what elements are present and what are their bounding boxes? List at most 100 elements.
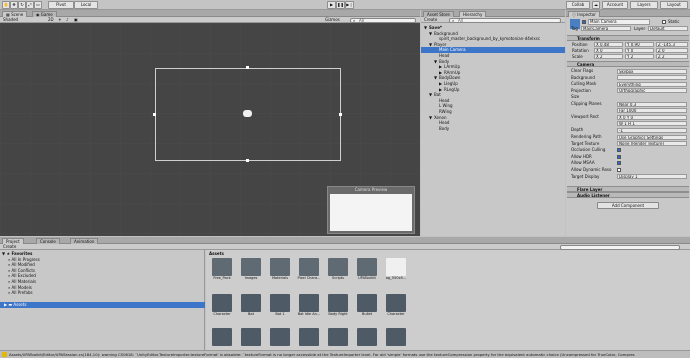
camera-property-checkbox[interactable] (617, 148, 621, 153)
tag-dropdown[interactable]: MainCamera (581, 26, 631, 31)
asset-item[interactable]: Character (383, 294, 409, 316)
hierarchy-item[interactable]: ▶ RLegUp (439, 87, 459, 93)
pivot-toggle[interactable]: Pivot (48, 1, 74, 9)
hierarchy-item[interactable]: spirit_master_background_by_kymotonian-d… (434, 36, 540, 42)
audio-icon[interactable]: ♪ (66, 17, 69, 22)
asset-item[interactable]: Bullet (354, 294, 380, 316)
sidebar-item-assets[interactable]: ▶ ▬ Assets (0, 302, 205, 308)
camera-property-field[interactable]: Orthographic (617, 88, 687, 94)
position-x-field[interactable]: X 0.48 (594, 42, 623, 47)
camera-property-field[interactable]: Far 1000 (617, 108, 687, 114)
static-checkbox[interactable] (662, 20, 666, 24)
scale-label: Scale (572, 54, 583, 59)
scale-y-field[interactable]: Y 2 (625, 54, 654, 59)
scale-tool-icon[interactable]: ⤢ (26, 1, 34, 9)
scene-view[interactable]: Camera Preview (0, 23, 420, 236)
rotation-z-field[interactable]: Z 0 (656, 48, 688, 53)
asset-item[interactable]: Character (209, 294, 235, 316)
layer-dropdown[interactable]: Default (648, 26, 688, 31)
asset-item[interactable]: Pixel Chara... (296, 258, 322, 280)
handle-right[interactable] (339, 113, 342, 116)
asset-item[interactable] (238, 328, 264, 346)
camera-gizmo-icon[interactable] (243, 110, 252, 117)
effects-icon[interactable]: ▣ (74, 17, 78, 22)
status-bar[interactable]: Assets/UPAToolkit/Editor/UPASession.cs(1… (0, 350, 690, 358)
hand-tool-icon[interactable]: ✋ (2, 1, 10, 9)
asset-item[interactable]: Bat Idle An... (296, 294, 322, 316)
asset-item[interactable]: Images (238, 258, 264, 280)
camera-property-field[interactable]: X 0 Y 0 (617, 114, 687, 120)
handle-top[interactable] (246, 66, 249, 69)
camera-property-field[interactable]: None (Render Texture) (617, 141, 687, 147)
move-tool-icon[interactable]: ✥ (10, 1, 18, 9)
project-sidebar: ▼ ★ Favorites ⌕ All In Progress ⌕ All Mod… (0, 250, 205, 350)
camera-property-checkbox[interactable] (617, 154, 621, 159)
asset-item[interactable]: Bat 1 (267, 294, 293, 316)
folder-icon (357, 258, 377, 276)
camera-property-field[interactable]: Everything (617, 81, 687, 87)
asset-item[interactable]: Free_Pack (209, 258, 235, 280)
asset-item-label: Images (244, 276, 258, 280)
layout-dropdown[interactable]: Layout (660, 1, 688, 9)
rotation-y-field[interactable]: Y 0 (625, 48, 654, 53)
cloud-icon[interactable]: ☁ (592, 1, 600, 9)
asset-breadcrumb[interactable]: Assets (209, 251, 224, 256)
camera-header[interactable]: Camera (567, 61, 689, 67)
camera-property-field[interactable]: Use Graphics Settings (617, 134, 687, 140)
camera-property-checkbox[interactable] (617, 168, 621, 172)
project-create-button[interactable]: Create (3, 244, 16, 249)
position-y-field[interactable]: Y 0.90 (625, 42, 654, 47)
rect-tool-icon[interactable]: ▭ (34, 1, 42, 9)
asset-item[interactable]: Body Right (325, 294, 351, 316)
scene-search-input[interactable]: ⌕ All (350, 17, 416, 23)
layers-dropdown[interactable]: Layers (630, 1, 658, 9)
gizmos-dropdown[interactable]: Gizmos (325, 17, 340, 22)
rotation-x-field[interactable]: X 0 (594, 48, 623, 53)
handle-left[interactable] (153, 113, 156, 116)
camera-property-field[interactable]: Near 0.3 (617, 101, 687, 107)
hierarchy-create-button[interactable]: Create (424, 17, 437, 22)
rotate-tool-icon[interactable]: ↻ (18, 1, 26, 9)
hierarchy-item-label: Body (439, 125, 450, 131)
asset-item[interactable]: Materials (267, 258, 293, 280)
project-search-input[interactable] (560, 244, 680, 250)
asset-item[interactable] (325, 328, 351, 346)
pause-button[interactable]: ❚❚ (336, 1, 345, 9)
active-checkbox[interactable] (582, 20, 586, 24)
asset-item[interactable] (296, 328, 322, 346)
camera-property-field[interactable]: Display 1 (617, 174, 687, 180)
mode-2d-toggle[interactable]: 2D (48, 17, 54, 22)
favorite-item[interactable]: ⌕ All Prefabs (8, 290, 33, 296)
scale-x-field[interactable]: X 2 (594, 54, 623, 59)
hierarchy-item[interactable]: Body (434, 126, 449, 132)
camera-property-field[interactable]: Skybox (617, 68, 687, 74)
handle-bottom[interactable] (246, 159, 249, 162)
camera-property-field[interactable] (617, 75, 687, 81)
play-button[interactable]: ▶ (327, 1, 336, 9)
asset-item[interactable] (383, 328, 409, 346)
account-dropdown[interactable]: Account (602, 1, 628, 9)
collab-dropdown[interactable]: Collab (566, 1, 590, 9)
folder-icon (328, 258, 348, 276)
asset-item[interactable]: Bat (238, 294, 264, 316)
asset-item[interactable] (267, 328, 293, 346)
scale-z-field[interactable]: Z 2 (656, 54, 688, 59)
hierarchy-search-input[interactable]: ⌕ All (449, 17, 561, 23)
local-toggle[interactable]: Local (74, 1, 98, 9)
object-name-field[interactable]: Main Camera (588, 19, 650, 25)
add-component-button[interactable]: Add Component (597, 202, 659, 209)
position-z-field[interactable]: Z -145.3 (656, 42, 688, 47)
asset-item[interactable]: ag_550x5... (383, 258, 409, 280)
asset-item[interactable] (209, 328, 235, 346)
camera-property-checkbox[interactable] (617, 161, 621, 166)
step-button[interactable]: ▶❘ (345, 1, 354, 9)
transform-header[interactable]: Transform (567, 35, 689, 41)
audio-listener-header[interactable]: Audio Listener (567, 192, 689, 198)
asset-item[interactable]: UPAToolkit (354, 258, 380, 280)
camera-property-field[interactable]: -1 (617, 127, 687, 133)
asset-item[interactable]: Scripts (325, 258, 351, 280)
asset-item[interactable] (354, 328, 380, 346)
lighting-icon[interactable]: ☀ (58, 17, 62, 22)
camera-property-field[interactable]: W 1 H 1 (617, 121, 687, 127)
shading-dropdown[interactable]: Shaded (3, 17, 18, 22)
